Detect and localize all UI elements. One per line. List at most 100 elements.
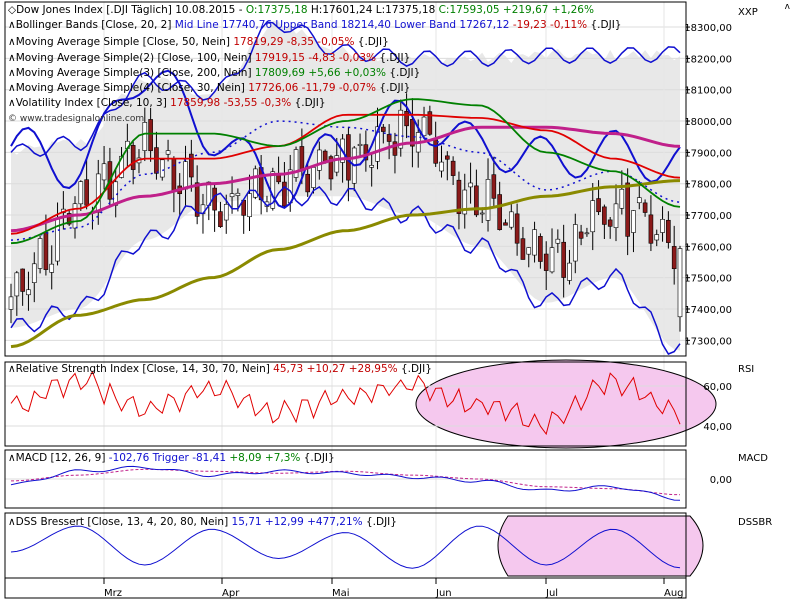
candle-body[interactable] <box>398 109 404 149</box>
candle-body[interactable] <box>654 234 660 241</box>
candle-body[interactable] <box>165 150 171 155</box>
candle-body[interactable] <box>37 238 43 269</box>
header-segment: Moving Average Simple(3) [Close, 200, Ne… <box>16 67 255 79</box>
candle-body[interactable] <box>468 182 473 188</box>
candle-body[interactable] <box>555 238 561 244</box>
candle-body[interactable] <box>433 139 438 164</box>
candle-body[interactable] <box>130 145 136 170</box>
candle-body[interactable] <box>223 203 229 221</box>
candle-body[interactable] <box>43 231 49 270</box>
y-tick-label: 17800,00 <box>684 180 732 191</box>
line-toggle-icon[interactable]: ∧ <box>8 82 16 94</box>
candle-body[interactable] <box>148 119 153 152</box>
candle-body[interactable] <box>101 163 107 181</box>
candle-body[interactable] <box>671 246 677 270</box>
candle-body[interactable] <box>514 213 520 244</box>
candle-body[interactable] <box>642 202 648 213</box>
candle-body[interactable] <box>218 211 223 227</box>
candle-body[interactable] <box>317 149 322 171</box>
stock-chart-canvas[interactable]: 17300,00 17400,00 17500,00 17600,00 17700,00… <box>0 0 800 600</box>
line-toggle-icon[interactable]: ∧ <box>8 67 16 79</box>
candle-body[interactable] <box>282 181 287 207</box>
candle-body[interactable] <box>532 229 537 256</box>
line-toggle-icon[interactable]: ∧ <box>8 52 16 64</box>
candle-body[interactable] <box>305 173 310 193</box>
candle-body[interactable] <box>543 253 549 271</box>
candle-body[interactable] <box>584 232 590 235</box>
candle-body[interactable] <box>549 247 555 273</box>
candle-body[interactable] <box>381 126 386 132</box>
candle-body[interactable] <box>84 179 89 206</box>
candle-body[interactable] <box>567 262 572 281</box>
candle-body[interactable] <box>625 182 630 237</box>
candle-body[interactable] <box>235 192 241 196</box>
candle-body[interactable] <box>508 211 514 228</box>
candle-body[interactable] <box>474 185 479 216</box>
candle-body[interactable] <box>49 263 55 273</box>
candle-body[interactable] <box>491 174 497 199</box>
candle-body[interactable] <box>520 238 526 260</box>
candle-body[interactable] <box>183 161 188 190</box>
candle-body[interactable] <box>78 181 84 205</box>
indicator-title-segment: {.DJI} <box>398 363 432 375</box>
rsi-axis-label: RSI <box>738 364 754 375</box>
stock-chart-svg[interactable]: 17300,00 17400,00 17500,00 17600,00 17700,00… <box>0 0 800 600</box>
candle-body[interactable] <box>421 116 427 137</box>
candle-body[interactable] <box>95 173 101 213</box>
candle-body[interactable] <box>247 193 252 218</box>
candle-body[interactable] <box>578 231 584 239</box>
y-tick-label: 18300,00 <box>684 23 732 34</box>
x-tick-label: Mai <box>332 588 350 599</box>
candle-body[interactable] <box>596 198 601 213</box>
candle-body[interactable] <box>479 212 485 215</box>
candle-body[interactable] <box>8 296 14 310</box>
candle-body[interactable] <box>619 188 625 209</box>
candle-body[interactable] <box>445 155 450 160</box>
candle-body[interactable] <box>299 146 305 171</box>
candle-body[interactable] <box>607 219 613 227</box>
candle-body[interactable] <box>369 165 374 168</box>
candle-body[interactable] <box>55 217 60 262</box>
candle-body[interactable] <box>497 194 502 230</box>
candle-body[interactable] <box>636 197 642 204</box>
candle-body[interactable] <box>666 219 671 243</box>
candle-body[interactable] <box>572 224 578 262</box>
candle-body[interactable] <box>450 160 456 176</box>
candle-body[interactable] <box>526 247 532 255</box>
candle-body[interactable] <box>503 222 508 226</box>
candle-body[interactable] <box>631 210 636 233</box>
candle-body[interactable] <box>561 241 566 278</box>
candle-body[interactable] <box>660 219 665 233</box>
line-toggle-icon[interactable]: ∧ <box>8 19 16 31</box>
candle-body[interactable] <box>648 214 654 244</box>
x-tick-label: Aug <box>664 588 684 599</box>
line-toggle-icon[interactable]: ∧ <box>8 36 16 48</box>
header-segment: Moving Average Simple(4) [Close, 30, Nei… <box>16 82 249 94</box>
candle-body[interactable] <box>31 263 37 283</box>
candle-body[interactable] <box>311 167 316 188</box>
candle-body[interactable] <box>20 268 25 292</box>
y-tick-label: 17600,00 <box>684 242 732 253</box>
candle-body[interactable] <box>485 179 491 221</box>
candle-body[interactable] <box>357 143 363 146</box>
candle-body[interactable] <box>154 147 159 174</box>
candle-body[interactable] <box>590 200 596 233</box>
candle-body[interactable] <box>159 159 165 178</box>
candle-body[interactable] <box>171 158 177 192</box>
candle-body[interactable] <box>404 110 409 127</box>
candle-body[interactable] <box>14 272 20 297</box>
candle-body[interactable] <box>142 122 148 151</box>
candle-body[interactable] <box>386 134 392 142</box>
candle-body[interactable] <box>229 193 235 198</box>
candle-body[interactable] <box>26 289 31 296</box>
candle-body[interactable] <box>276 174 281 183</box>
candle-body[interactable] <box>613 203 619 228</box>
line-toggle-icon[interactable]: ∧ <box>8 97 16 109</box>
candle-body[interactable] <box>602 206 607 225</box>
indicator-title-segment: +8,09 +7,3% <box>226 452 300 464</box>
candle-body[interactable] <box>287 169 293 204</box>
candle-body[interactable] <box>538 236 543 262</box>
x-tick-label: Jul <box>545 588 558 599</box>
candle-body[interactable] <box>677 248 683 318</box>
candle-body[interactable] <box>439 161 444 172</box>
